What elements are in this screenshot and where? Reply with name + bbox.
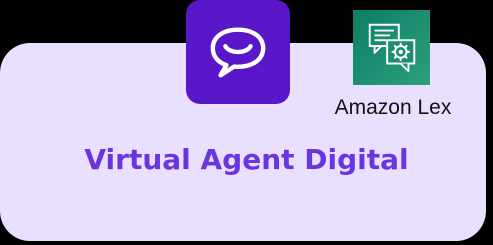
- amazon-lex-icon-tile: [353, 10, 430, 85]
- chat-smile-icon: [210, 27, 266, 78]
- virtual-agent-icon-tile: [186, 0, 290, 104]
- amazon-lex-chat-gear-icon: [368, 23, 415, 72]
- amazon-lex-label: Amazon Lex: [334, 96, 452, 119]
- card-title: Virtual Agent Digital: [84, 143, 409, 176]
